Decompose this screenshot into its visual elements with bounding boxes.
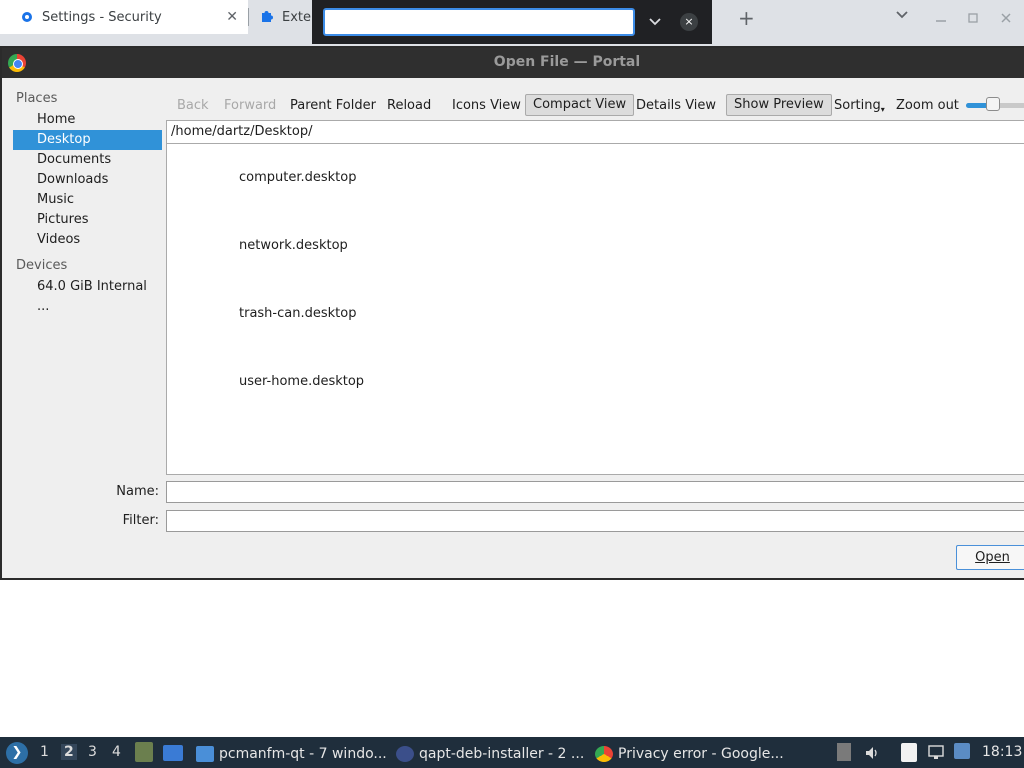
dialog-title: Open File — Portal xyxy=(493,54,641,70)
path-bar[interactable]: /home/dartz/Desktop/ xyxy=(166,120,1024,144)
puzzle-icon xyxy=(262,11,273,22)
clipboard-tray-icon[interactable] xyxy=(837,743,851,761)
notes-tray-icon[interactable] xyxy=(901,743,917,762)
back-button[interactable]: Back xyxy=(177,95,209,117)
workspace-2[interactable]: 2 xyxy=(61,744,77,760)
details-view-button[interactable]: Details View xyxy=(636,95,716,117)
sidebar-item-desktop[interactable]: Desktop xyxy=(13,130,162,150)
network-icon[interactable] xyxy=(927,744,945,760)
task-chrome[interactable]: Privacy error - Google... xyxy=(595,744,784,764)
folder-icon xyxy=(196,746,214,762)
zoom-slider-handle[interactable] xyxy=(986,97,1000,111)
sidebar-item-videos[interactable]: Videos xyxy=(13,230,162,250)
tab-label: Settings - Security xyxy=(42,9,162,25)
dialog-titlebar: Open File — Portal xyxy=(2,48,1024,78)
open-file-dialog: Open File — Portal Places Home Desktop D… xyxy=(0,46,1024,580)
package-icon xyxy=(396,746,414,762)
name-label: Name: xyxy=(116,484,159,499)
reload-button[interactable]: Reload xyxy=(387,95,431,117)
file-item-user-home[interactable]: user-home.desktop xyxy=(239,374,364,389)
sidebar-item-internal-drive[interactable]: 64.0 GiB Internal ... xyxy=(13,277,162,314)
file-list[interactable]: computer.desktop network.desktop trash-c… xyxy=(166,143,1024,475)
find-input[interactable] xyxy=(323,8,635,36)
close-tab-icon[interactable]: ✕ xyxy=(226,9,238,25)
icons-view-button[interactable]: Icons View xyxy=(452,95,521,117)
tab-label: Exte xyxy=(282,9,312,25)
name-input[interactable] xyxy=(166,481,1024,503)
minimize-icon[interactable] xyxy=(934,11,948,25)
chrome-icon xyxy=(595,746,613,762)
places-header: Places xyxy=(16,91,58,106)
workspace-4[interactable]: 4 xyxy=(112,744,121,760)
task-label: Privacy error - Google... xyxy=(618,746,784,762)
find-close-button[interactable]: × xyxy=(680,13,698,31)
workspace-3[interactable]: 3 xyxy=(88,744,97,760)
task-pcmanfm[interactable]: pcmanfm-qt - 7 windo... xyxy=(196,744,387,764)
gear-icon xyxy=(22,12,32,22)
window-close-icon[interactable] xyxy=(999,11,1013,25)
tab-search-icon[interactable] xyxy=(895,8,909,22)
taskbar: ❯ 1 2 3 4 pcmanfm-qt - 7 windo... qapt-d… xyxy=(0,737,1024,768)
task-label: qapt-deb-installer - 2 ... xyxy=(419,746,585,762)
parent-folder-button[interactable]: Parent Folder xyxy=(290,95,376,117)
tab-separator xyxy=(248,8,249,26)
sidebar-item-documents[interactable]: Documents xyxy=(13,150,162,170)
sidebar-item-music[interactable]: Music xyxy=(13,190,162,210)
chevron-down-icon[interactable] xyxy=(648,15,662,29)
zoom-out-button[interactable]: Zoom out xyxy=(896,95,959,117)
devices-header: Devices xyxy=(16,258,68,273)
task-qapt-deb-installer[interactable]: qapt-deb-installer - 2 ... xyxy=(396,744,584,764)
desktop-launcher-icon[interactable] xyxy=(163,745,183,761)
sorting-menu-button[interactable]: Sorting▾ xyxy=(834,95,885,117)
sidebar-item-downloads[interactable]: Downloads xyxy=(13,170,162,190)
update-tray-icon[interactable] xyxy=(954,743,970,759)
tab-settings-security[interactable]: Settings - Security ✕ xyxy=(0,0,248,34)
find-bar: × xyxy=(312,0,712,44)
archive-launcher-icon[interactable] xyxy=(135,742,153,762)
volume-icon[interactable] xyxy=(864,745,880,761)
dropdown-arrow-icon: ▾ xyxy=(880,105,885,114)
task-label: pcmanfm-qt - 7 windo... xyxy=(219,746,387,762)
filter-label: Filter: xyxy=(122,513,159,528)
sidebar-item-home[interactable]: Home xyxy=(13,110,162,130)
maximize-icon[interactable] xyxy=(966,11,980,25)
sidebar-item-pictures[interactable]: Pictures xyxy=(13,210,162,230)
compact-view-button[interactable]: Compact View xyxy=(525,94,635,116)
start-menu-icon[interactable]: ❯ xyxy=(6,742,28,764)
show-preview-button[interactable]: Show Preview xyxy=(726,94,832,116)
sorting-label: Sorting xyxy=(834,98,881,113)
open-button[interactable]: Open xyxy=(956,545,1024,570)
workspace-1[interactable]: 1 xyxy=(40,744,49,760)
new-tab-button[interactable]: + xyxy=(738,6,755,30)
filter-input[interactable] xyxy=(166,510,1024,532)
forward-button[interactable]: Forward xyxy=(224,95,276,117)
clock: 18:13 xyxy=(982,744,1023,760)
file-item-network[interactable]: network.desktop xyxy=(239,238,348,253)
file-item-trash-can[interactable]: trash-can.desktop xyxy=(239,306,356,321)
file-item-computer[interactable]: computer.desktop xyxy=(239,170,357,185)
